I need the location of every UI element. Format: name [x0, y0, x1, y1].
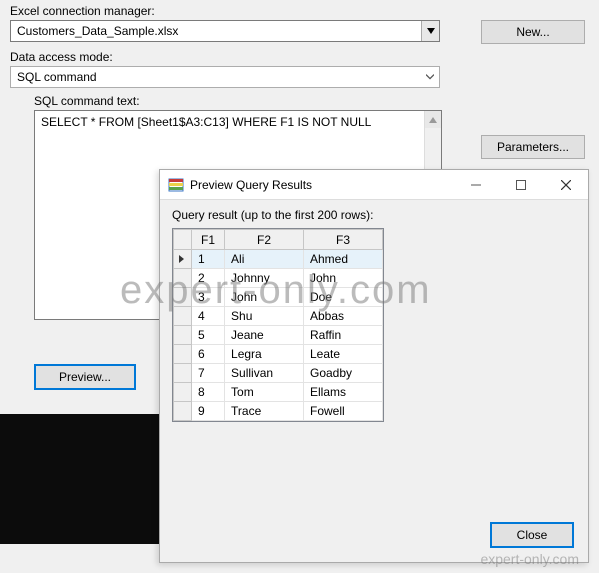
row-header[interactable]	[174, 250, 192, 269]
cell[interactable]: 9	[192, 402, 225, 421]
cell[interactable]: Abbas	[304, 307, 383, 326]
cell[interactable]: Johnny	[225, 269, 304, 288]
row-header[interactable]	[174, 288, 192, 307]
result-grid[interactable]: F1 F2 F3 1AliAhmed2JohnnyJohn3JohnDoe4Sh…	[172, 228, 384, 422]
excel-manager-value: Customers_Data_Sample.xlsx	[11, 24, 421, 38]
cell[interactable]: 3	[192, 288, 225, 307]
table-row[interactable]: 7SullivanGoadby	[174, 364, 383, 383]
table-row[interactable]: 2JohnnyJohn	[174, 269, 383, 288]
row-header[interactable]	[174, 402, 192, 421]
preview-dialog: Preview Query Results Query result (up t…	[159, 169, 589, 563]
table-row[interactable]: 9TraceFowell	[174, 402, 383, 421]
cell[interactable]: 6	[192, 345, 225, 364]
cell[interactable]: 1	[192, 250, 225, 269]
cell[interactable]: Doe	[304, 288, 383, 307]
cell[interactable]: Ellams	[304, 383, 383, 402]
row-header[interactable]	[174, 364, 192, 383]
new-button[interactable]: New...	[481, 20, 585, 44]
cell[interactable]: Shu	[225, 307, 304, 326]
row-header[interactable]	[174, 269, 192, 288]
dropdown-arrow-icon[interactable]	[421, 21, 439, 41]
dialog-title: Preview Query Results	[190, 178, 453, 192]
table-row[interactable]: 1AliAhmed	[174, 250, 383, 269]
column-header[interactable]: F3	[304, 230, 383, 250]
cell[interactable]: Sullivan	[225, 364, 304, 383]
dropdown-arrow-icon[interactable]	[421, 67, 439, 87]
table-row[interactable]: 4ShuAbbas	[174, 307, 383, 326]
cell[interactable]: Tom	[225, 383, 304, 402]
close-window-button[interactable]	[543, 170, 588, 200]
parameters-button[interactable]: Parameters...	[481, 135, 585, 159]
app-icon	[168, 177, 184, 193]
cell[interactable]: 5	[192, 326, 225, 345]
cell[interactable]: Fowell	[304, 402, 383, 421]
excel-manager-label: Excel connection manager:	[10, 4, 589, 18]
cell[interactable]: 8	[192, 383, 225, 402]
cell[interactable]: Raffin	[304, 326, 383, 345]
cell[interactable]: Ahmed	[304, 250, 383, 269]
cell[interactable]: 2	[192, 269, 225, 288]
dark-region	[0, 414, 160, 544]
column-header[interactable]: F1	[192, 230, 225, 250]
cell[interactable]: John	[225, 288, 304, 307]
row-header[interactable]	[174, 326, 192, 345]
row-header[interactable]	[174, 383, 192, 402]
minimize-button[interactable]	[453, 170, 498, 200]
data-access-dropdown[interactable]: SQL command	[10, 66, 440, 88]
table-row[interactable]: 8TomEllams	[174, 383, 383, 402]
row-header[interactable]	[174, 307, 192, 326]
titlebar: Preview Query Results	[160, 170, 588, 200]
column-header[interactable]: F2	[225, 230, 304, 250]
cell[interactable]: 4	[192, 307, 225, 326]
query-result-label: Query result (up to the first 200 rows):	[172, 208, 576, 222]
close-button[interactable]: Close	[490, 522, 574, 548]
data-access-value: SQL command	[11, 70, 421, 84]
grid-corner	[174, 230, 192, 250]
table-row[interactable]: 3JohnDoe	[174, 288, 383, 307]
row-header[interactable]	[174, 345, 192, 364]
maximize-button[interactable]	[498, 170, 543, 200]
sql-text-label: SQL command text:	[34, 94, 589, 108]
data-access-label: Data access mode:	[10, 50, 589, 64]
excel-manager-dropdown[interactable]: Customers_Data_Sample.xlsx	[10, 20, 440, 42]
cell[interactable]: Legra	[225, 345, 304, 364]
preview-button[interactable]: Preview...	[34, 364, 136, 390]
cell[interactable]: Goadby	[304, 364, 383, 383]
cell[interactable]: 7	[192, 364, 225, 383]
table-row[interactable]: 6LegraLeate	[174, 345, 383, 364]
cell[interactable]: Trace	[225, 402, 304, 421]
cell[interactable]: Leate	[304, 345, 383, 364]
cell[interactable]: Jeane	[225, 326, 304, 345]
table-row[interactable]: 5JeaneRaffin	[174, 326, 383, 345]
scroll-up-icon[interactable]	[425, 111, 441, 128]
cell[interactable]: John	[304, 269, 383, 288]
cell[interactable]: Ali	[225, 250, 304, 269]
